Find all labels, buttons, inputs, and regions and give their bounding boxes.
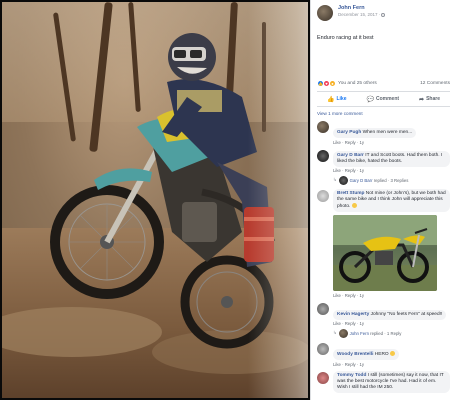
share-button[interactable]: ➦ Share bbox=[419, 96, 440, 103]
commenter-name[interactable]: Tommy Todd bbox=[337, 373, 366, 378]
comment-attached-photo[interactable] bbox=[333, 215, 437, 291]
comment-text: Johnny "No feets Fern" at speed!! bbox=[370, 311, 443, 317]
comment-actions[interactable]: Like · Reply · 1y bbox=[333, 362, 450, 367]
comment-item: Gary D Barr IT and Scott boots. Had them… bbox=[311, 149, 456, 185]
reactions-count[interactable]: You and 25 others bbox=[338, 81, 377, 86]
speech-bubble-icon: 💬 bbox=[366, 96, 374, 103]
comment-bubble: Woody Brentelli HERO bbox=[333, 349, 399, 360]
post-actions: 👍 Like 💬 Comment ➦ Share bbox=[317, 91, 450, 107]
commenter-name[interactable]: Woody Brentelli bbox=[337, 352, 373, 357]
comments-count[interactable]: 12 Comments bbox=[420, 81, 450, 86]
comment-bubble: Kevin Hagerty Johnny "No feets Fern" at … bbox=[333, 309, 447, 320]
comment-bubble: Gary D Barr IT and Scott boots. Had them… bbox=[333, 150, 450, 167]
commenter-name[interactable]: Kevin Hagerty bbox=[337, 312, 369, 317]
comment-actions[interactable]: Like · Reply · 1y bbox=[333, 293, 450, 298]
reply-arrow-icon: ↳ bbox=[333, 177, 337, 182]
thumbs-up-icon: 👍 bbox=[327, 96, 335, 103]
reactions-row: 👍 ♥ ● You and 25 others 12 Comments bbox=[311, 78, 456, 88]
comment-actions[interactable]: Like · Reply · 1y bbox=[333, 168, 450, 173]
post-header: John Fern December 15, 2017 · bbox=[311, 0, 456, 28]
reply-summary: replied · 1 Reply bbox=[370, 330, 402, 336]
comment-item: Brett Stump Not mine (or John's), but we… bbox=[311, 189, 456, 298]
commenter-avatar[interactable] bbox=[317, 121, 329, 133]
comment-actions[interactable]: Like · Reply · 1y bbox=[333, 140, 450, 145]
reply-name: Gary D Barr bbox=[349, 177, 373, 183]
post-photo bbox=[2, 2, 308, 398]
photo-viewer[interactable] bbox=[0, 0, 310, 400]
like-label: Like bbox=[336, 96, 347, 102]
globe-icon bbox=[381, 12, 386, 17]
commenter-avatar[interactable] bbox=[317, 149, 329, 162]
reply-arrow-icon: ↳ bbox=[333, 330, 337, 335]
comment-bubble: Brett Stump Not mine (or John's), but we… bbox=[333, 189, 450, 212]
view-more-comments-link[interactable]: View 1 more comment bbox=[311, 107, 456, 116]
commenter-name[interactable]: Gary Pugh bbox=[337, 130, 361, 135]
commenter-name[interactable]: Gary D Barr bbox=[337, 153, 364, 158]
smile-emoji-icon bbox=[351, 203, 357, 208]
comment-item: Kevin Hagerty Johnny "No feets Fern" at … bbox=[311, 302, 456, 338]
comment-item: Tommy Todd I still (sometimes) say it no… bbox=[311, 370, 456, 393]
reply-avatar bbox=[338, 176, 348, 185]
yellow-motorcycle-illustration bbox=[333, 215, 437, 291]
comment-actions[interactable]: Like · Reply · 1y bbox=[333, 321, 450, 326]
comment-label: Comment bbox=[375, 96, 400, 102]
comment-item: Woody Brentelli HERO Like · Reply · 1y bbox=[311, 342, 456, 367]
share-arrow-icon: ➦ bbox=[419, 96, 425, 103]
reply-name: John Fern bbox=[349, 330, 369, 336]
post-caption: Enduro racing at it best bbox=[317, 35, 374, 41]
commenter-avatar[interactable] bbox=[317, 371, 329, 384]
replies-link[interactable]: ↳ John Fern replied · 1 Reply bbox=[333, 328, 450, 338]
comment-item: Gary Pugh When men were men... Like · Re… bbox=[311, 120, 456, 145]
comment-bubble: Gary Pugh When men were men... bbox=[333, 128, 417, 138]
comment-text: HERO bbox=[374, 352, 389, 357]
author-avatar[interactable] bbox=[317, 5, 333, 21]
post-date-text[interactable]: December 15, 2017 · bbox=[338, 12, 380, 17]
replies-link[interactable]: ↳ Gary D Barr replied · 3 Replies bbox=[333, 175, 450, 185]
commenter-avatar[interactable] bbox=[317, 190, 329, 202]
commenter-avatar[interactable] bbox=[317, 343, 329, 355]
post-sidebar: John Fern December 15, 2017 · Enduro rac… bbox=[310, 0, 456, 400]
reactions-summary[interactable]: 👍 ♥ ● You and 25 others bbox=[317, 79, 377, 87]
comment-button[interactable]: 💬 Comment bbox=[367, 96, 400, 103]
like-button[interactable]: 👍 Like bbox=[327, 96, 347, 103]
thumbs-up-emoji-icon bbox=[389, 351, 395, 356]
post-date[interactable]: December 15, 2017 · bbox=[338, 12, 386, 18]
comment-bubble: Tommy Todd I still (sometimes) say it no… bbox=[333, 370, 450, 393]
commenter-name[interactable]: Brett Stump bbox=[337, 191, 364, 196]
commenter-avatar[interactable] bbox=[317, 302, 329, 315]
reply-avatar bbox=[338, 329, 348, 338]
comment-text: When men were men... bbox=[362, 130, 413, 135]
share-label: Share bbox=[426, 96, 440, 102]
author-name[interactable]: John Fern bbox=[338, 5, 385, 12]
reply-summary: replied · 3 Replies bbox=[373, 177, 409, 183]
wow-reaction-icon: ● bbox=[329, 79, 336, 87]
